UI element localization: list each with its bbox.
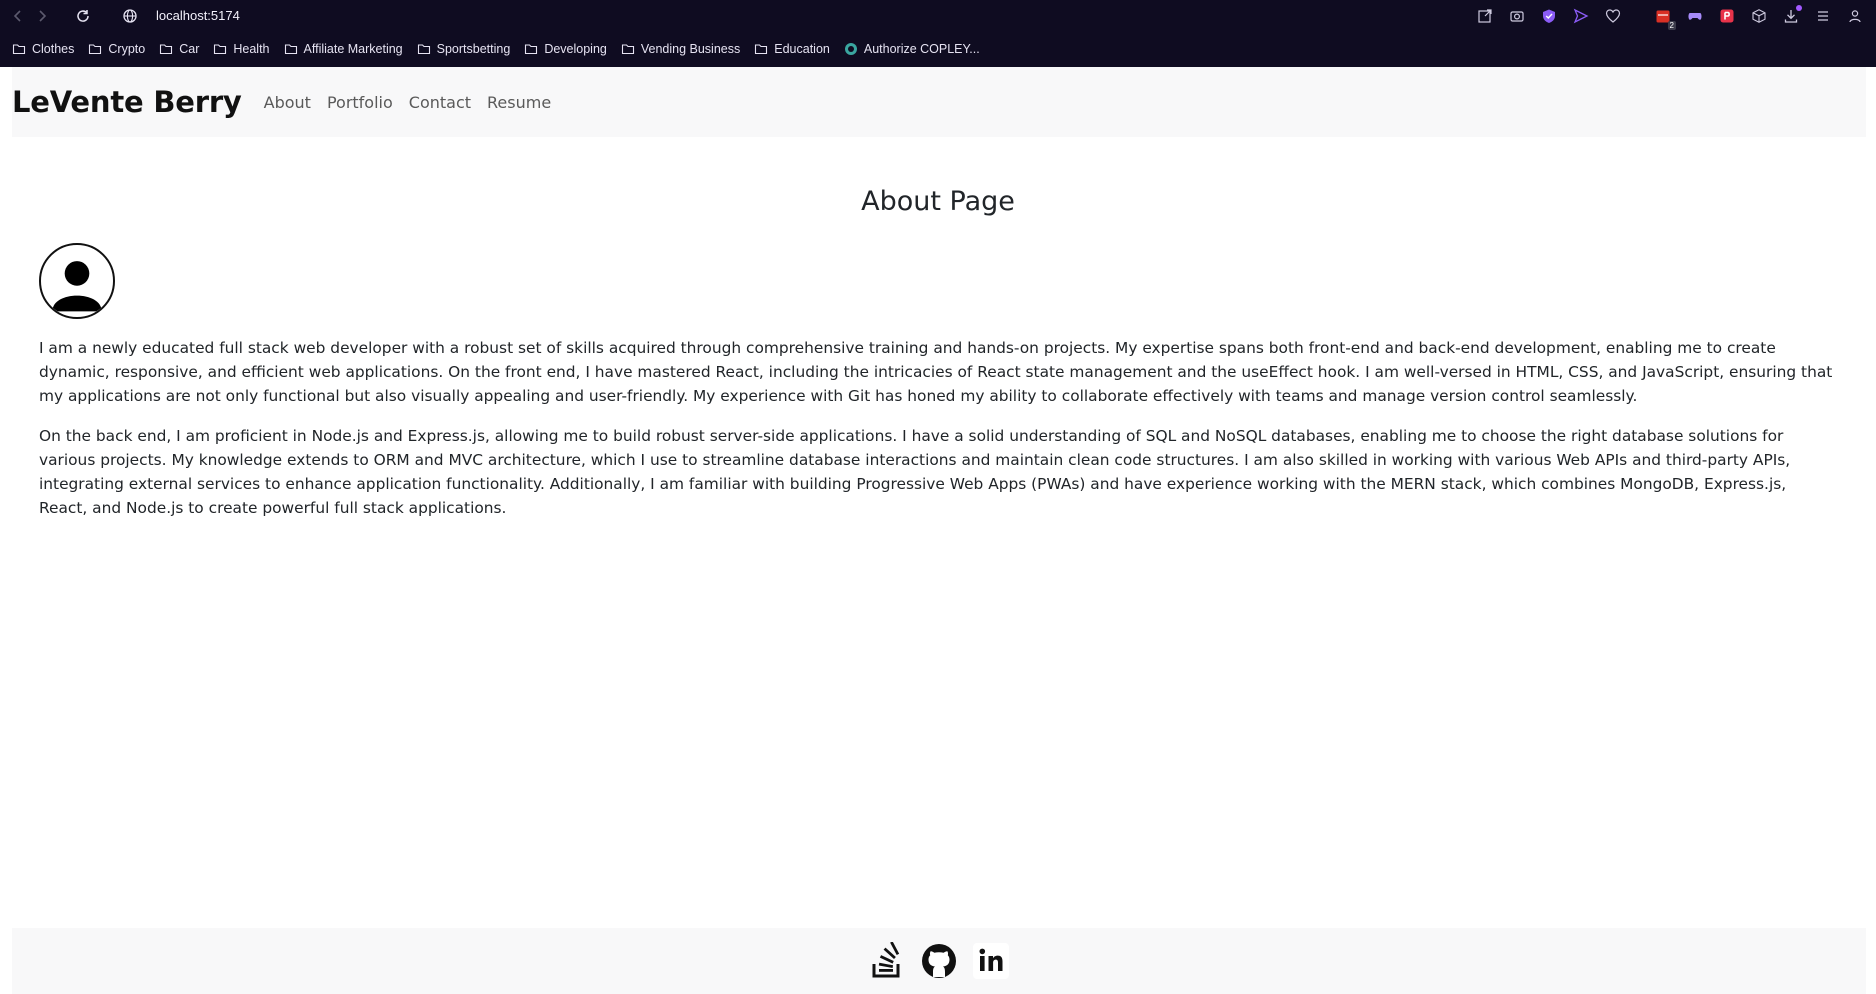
user-avatar-icon <box>52 261 102 312</box>
bookmark-folder-vending-business[interactable]: Vending Business <box>621 42 740 56</box>
bookmarks-bar: Clothes Crypto Car Health Affiliate Mark… <box>0 37 994 61</box>
downloads-button[interactable] <box>1780 5 1802 27</box>
bookmark-label: Car <box>179 42 200 56</box>
bookmark-folder-education[interactable]: Education <box>754 42 830 56</box>
send-extension[interactable] <box>1570 5 1592 27</box>
site-footer <box>12 928 1866 994</box>
menu-button[interactable] <box>1812 5 1834 27</box>
bookmark-folder-health[interactable]: Health <box>213 42 270 56</box>
reload-button[interactable] <box>73 6 93 26</box>
brand-name[interactable]: LeVente Berry <box>12 85 242 119</box>
folder-icon <box>12 44 26 55</box>
folder-icon <box>755 44 768 55</box>
folder-icon <box>417 44 430 55</box>
bookmark-label: Education <box>774 42 830 56</box>
bookmark-folder-clothes[interactable]: Clothes <box>12 42 74 56</box>
site-info-button[interactable] <box>120 6 140 26</box>
cube-icon <box>1752 9 1766 23</box>
favorites-extension[interactable] <box>1602 5 1624 27</box>
main-nav: About Portfolio Contact Resume <box>264 93 552 112</box>
share-button[interactable] <box>1474 5 1496 27</box>
bookmark-folder-affiliate-marketing[interactable]: Affiliate Marketing <box>284 42 403 56</box>
bookmark-label: Clothes <box>32 42 75 56</box>
avatar <box>39 243 115 319</box>
shield-check-icon <box>1543 9 1555 23</box>
folder-icon <box>214 44 227 55</box>
folder-icon <box>89 44 102 55</box>
send-icon <box>1573 8 1589 24</box>
bookmark-label: Developing <box>544 42 607 56</box>
bookmark-label: Health <box>233 42 270 56</box>
linkedin-link[interactable] <box>972 942 1010 980</box>
github-link[interactable] <box>920 942 958 980</box>
screenshot-button[interactable] <box>1506 5 1528 27</box>
bookmark-folder-developing[interactable]: Developing <box>524 42 607 56</box>
reload-icon <box>77 10 89 22</box>
extensions-bar: 2 <box>1474 5 1866 30</box>
bio-paragraph-2: On the back end, I am proficient in Node… <box>39 427 1791 517</box>
bookmark-label: Vending Business <box>640 42 741 56</box>
browser-chrome: localhost:5174 2 Clothes Crypto Car Heal… <box>0 0 1876 67</box>
extension-badge: 2 <box>1667 21 1676 30</box>
address-bar[interactable]: localhost:5174 <box>156 8 240 23</box>
back-button[interactable] <box>8 6 28 26</box>
heart-icon <box>1605 9 1621 23</box>
arrow-right-icon <box>39 10 47 22</box>
bookmark-folder-car[interactable]: Car <box>159 42 199 56</box>
bookmark-folder-sportsbetting[interactable]: Sportsbetting <box>417 42 511 56</box>
gamepad-icon <box>1688 13 1702 20</box>
stackoverflow-icon <box>872 942 900 978</box>
pocket-extension[interactable] <box>1716 5 1738 27</box>
bookmark-label: Authorize COPLEY... <box>863 42 980 56</box>
package-extension[interactable] <box>1748 5 1770 27</box>
notification-dot <box>1796 5 1802 11</box>
bio-text: I am a newly educated full stack web dev… <box>39 336 1839 536</box>
gaming-extension[interactable] <box>1684 5 1706 27</box>
nav-link-about[interactable]: About <box>264 93 311 112</box>
bookmark-folder-crypto[interactable]: Crypto <box>88 42 145 56</box>
github-icon <box>922 944 956 978</box>
nav-link-portfolio[interactable]: Portfolio <box>327 93 393 112</box>
vpn-extension[interactable] <box>1538 5 1560 27</box>
globe-icon <box>123 9 137 23</box>
bookmark-label: Sportsbetting <box>436 42 511 56</box>
browser-toolbar: localhost:5174 2 <box>0 0 1876 32</box>
stackoverflow-link[interactable] <box>868 942 906 980</box>
camera-icon <box>1510 11 1524 22</box>
folder-icon <box>525 44 538 55</box>
folder-icon <box>284 44 297 55</box>
bookmark-authorize-copley[interactable]: Authorize COPLEY... <box>844 42 980 56</box>
site-header: LeVente Berry About Portfolio Contact Re… <box>12 67 1866 137</box>
bookmark-label: Affiliate Marketing <box>303 42 403 56</box>
linkedin-icon <box>973 943 1009 979</box>
menu-icon <box>1818 11 1828 21</box>
nav-link-resume[interactable]: Resume <box>487 93 551 112</box>
p-logo-icon <box>1720 9 1734 23</box>
nav-link-contact[interactable]: Contact <box>409 93 471 112</box>
profile-button[interactable] <box>1844 5 1866 27</box>
site-favicon-icon <box>844 43 857 55</box>
forward-button[interactable] <box>32 6 52 26</box>
page-title: About Page <box>861 186 1015 217</box>
share-icon <box>1478 9 1492 23</box>
folder-icon <box>621 44 634 55</box>
bookmark-label: Crypto <box>108 42 146 56</box>
folder-icon <box>160 44 173 55</box>
arrow-left-icon <box>13 10 21 22</box>
user-icon <box>1849 10 1861 23</box>
bio-paragraph-1: I am a newly educated full stack web dev… <box>39 339 1833 405</box>
calendar-extension[interactable]: 2 <box>1652 5 1676 30</box>
